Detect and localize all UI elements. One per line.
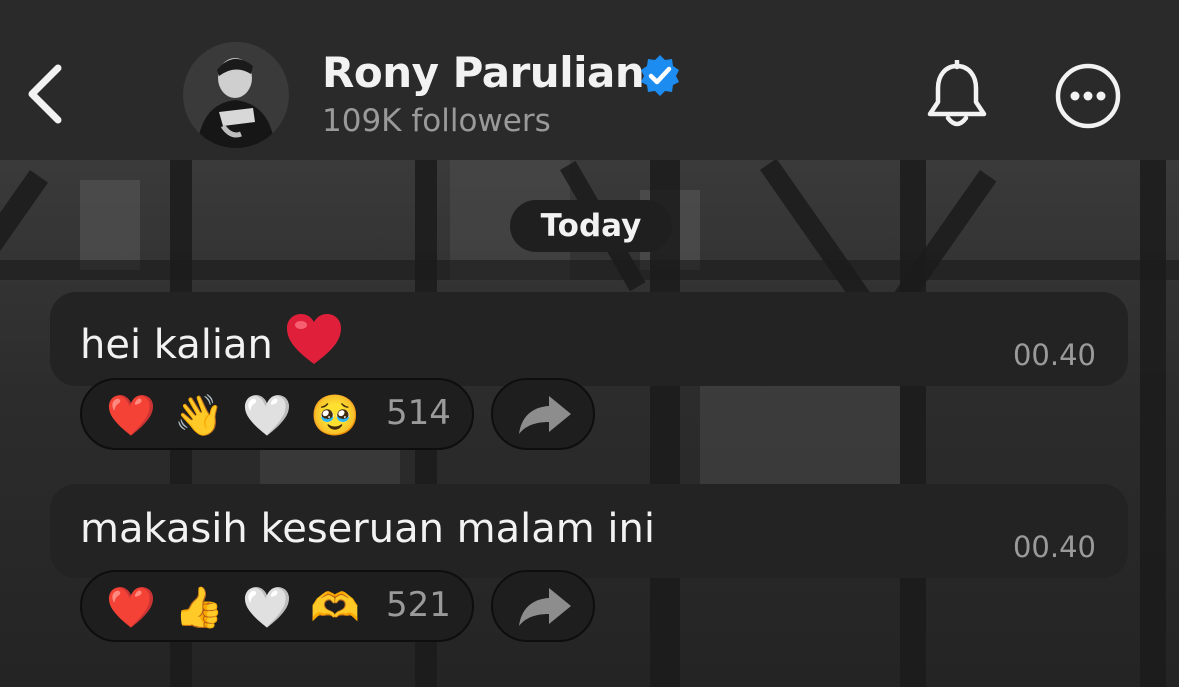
channel-screen: Rony Parulian 109K followers Today hei k… bbox=[0, 0, 1179, 687]
reaction-count: 514 bbox=[386, 393, 451, 433]
notifications-button[interactable] bbox=[924, 58, 990, 132]
reaction-emoji[interactable]: ❤️ bbox=[106, 392, 156, 440]
reaction-emoji[interactable]: 🥹 bbox=[310, 392, 360, 440]
followers-count: 109K followers bbox=[322, 103, 551, 139]
reactions-bar[interactable]: ❤️ 👋 🤍 🥹 514 bbox=[80, 378, 474, 450]
more-options-icon bbox=[1055, 63, 1121, 129]
profile-photo-icon bbox=[183, 42, 289, 148]
red-heart-emoji-icon bbox=[286, 314, 341, 364]
message-time: 00.40 bbox=[1012, 530, 1096, 564]
reaction-emoji[interactable]: 👍 bbox=[174, 584, 224, 632]
message-text-content: hei kalian bbox=[80, 322, 273, 368]
share-arrow-icon bbox=[519, 588, 571, 626]
avatar[interactable] bbox=[183, 42, 289, 148]
bell-icon bbox=[927, 58, 987, 127]
channel-header: Rony Parulian 109K followers bbox=[0, 0, 1179, 160]
more-options-button[interactable] bbox=[1054, 62, 1122, 130]
message-time: 00.40 bbox=[1012, 338, 1096, 372]
reaction-emoji[interactable]: 🤍 bbox=[242, 392, 292, 440]
message-bubble[interactable]: makasih keseruan malam ini 00.40 bbox=[50, 484, 1128, 578]
share-arrow-icon bbox=[519, 396, 571, 434]
chevron-left-icon bbox=[28, 64, 62, 124]
date-separator: Today bbox=[510, 200, 672, 252]
reaction-count: 521 bbox=[386, 585, 451, 625]
channel-name[interactable]: Rony Parulian bbox=[322, 48, 645, 97]
back-button[interactable] bbox=[22, 62, 72, 126]
message-text: makasih keseruan malam ini bbox=[80, 506, 655, 552]
reaction-emoji[interactable]: ❤️ bbox=[106, 584, 156, 632]
reaction-emoji[interactable]: 🤍 bbox=[242, 584, 292, 632]
reaction-emoji[interactable]: 🫶 bbox=[310, 584, 360, 632]
reaction-emoji[interactable]: 👋 bbox=[174, 392, 224, 440]
verified-badge-icon bbox=[638, 53, 682, 97]
message-text: hei kalian bbox=[80, 312, 343, 368]
message-bubble[interactable]: hei kalian 00.40 bbox=[50, 292, 1128, 386]
share-button[interactable] bbox=[491, 378, 595, 450]
reactions-bar[interactable]: ❤️ 👍 🤍 🫶 521 bbox=[80, 570, 474, 642]
share-button[interactable] bbox=[491, 570, 595, 642]
